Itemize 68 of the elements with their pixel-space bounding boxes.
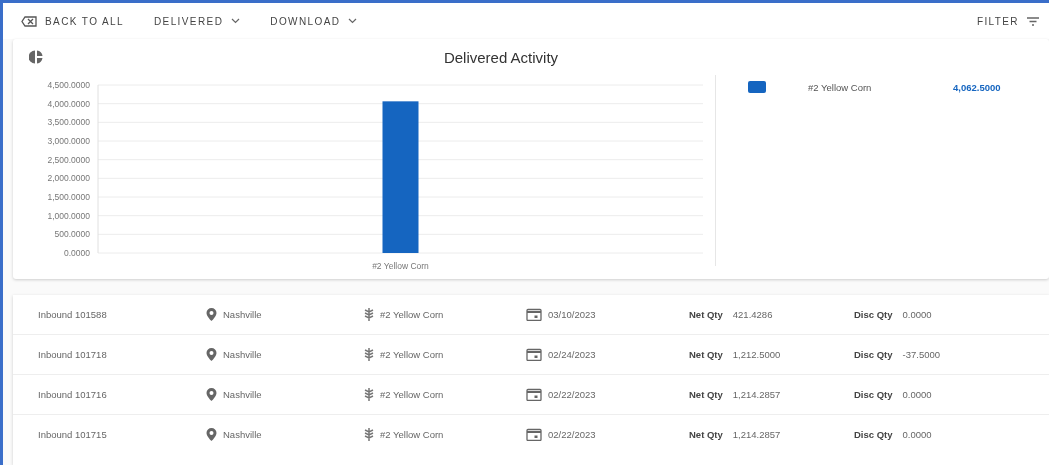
product-text: #2 Yellow Corn bbox=[380, 429, 444, 440]
wheat-icon bbox=[364, 388, 374, 401]
net-qty-value: 1,214.2857 bbox=[732, 389, 781, 400]
axis-tick-label: 4,500.0000 bbox=[47, 80, 90, 90]
inbound-id: Inbound 101718 bbox=[38, 349, 108, 360]
location-text: Nashville bbox=[223, 349, 262, 360]
axis-tick-label: 3,500.0000 bbox=[47, 117, 90, 128]
date-text: 03/10/2023 bbox=[548, 309, 596, 320]
location-text: Nashville bbox=[223, 389, 262, 400]
axis-tick-label: 3,000.0000 bbox=[47, 136, 90, 146]
calendar-icon bbox=[526, 348, 542, 361]
net-qty-label: Net Qty bbox=[689, 429, 723, 440]
net-qty-value: 1,212.5000 bbox=[732, 349, 781, 360]
product-text: #2 Yellow Corn bbox=[380, 349, 444, 360]
disc-qty-label: Disc Qty bbox=[854, 309, 893, 320]
date-text: 02/24/2023 bbox=[548, 349, 596, 360]
pie-chart-icon[interactable] bbox=[29, 50, 43, 64]
chart-title: Delivered Activity bbox=[443, 48, 559, 66]
date-text: 02/22/2023 bbox=[548, 389, 596, 400]
axis-tick-label: 2,500.0000 bbox=[47, 154, 90, 165]
filter-button[interactable]: FILTER bbox=[976, 13, 1039, 29]
dropdown-menu-button[interactable]: DELIVERED bbox=[153, 13, 241, 29]
inbound-id: Inbound 101715 bbox=[38, 429, 108, 440]
wheat-icon bbox=[364, 308, 374, 321]
wheat-icon bbox=[364, 348, 374, 361]
axis-tick-label: 2,000.0000 bbox=[47, 173, 90, 184]
legend-label: #2 Yellow Corn bbox=[808, 81, 873, 93]
caret-icon bbox=[348, 18, 358, 24]
calendar-icon bbox=[526, 308, 542, 321]
date-text: 02/22/2023 bbox=[548, 429, 596, 440]
backspace-icon bbox=[21, 15, 37, 27]
axis-category-label: #2 Yellow Corn bbox=[372, 261, 429, 270]
location-text: Nashville bbox=[223, 429, 262, 440]
net-qty-value: 1,214.2857 bbox=[732, 429, 781, 440]
legend-value: 4,062.5000 bbox=[953, 81, 1001, 93]
legend-swatch bbox=[748, 81, 766, 93]
product-text: #2 Yellow Corn bbox=[380, 309, 444, 320]
location-pin-icon bbox=[206, 428, 217, 441]
disc-qty-label: Disc Qty bbox=[854, 389, 893, 400]
net-qty-value: 421.4286 bbox=[732, 309, 773, 320]
axis-tick-label: 0.0000 bbox=[64, 248, 90, 258]
axis-tick-label: 1,000.0000 bbox=[47, 210, 90, 221]
disc-qty-label: Disc Qty bbox=[854, 429, 893, 440]
product-text: #2 Yellow Corn bbox=[380, 389, 444, 400]
wheat-icon bbox=[364, 428, 374, 441]
net-qty-label: Net Qty bbox=[689, 309, 723, 320]
inbound-id: Inbound 101716 bbox=[38, 389, 108, 400]
disc-qty-value: -37.5000 bbox=[902, 349, 941, 360]
axis-tick-label: 4,000.0000 bbox=[47, 98, 90, 109]
filter-icon bbox=[1027, 16, 1039, 26]
disc-qty-value: 0.0000 bbox=[902, 309, 932, 320]
location-pin-icon bbox=[206, 308, 217, 321]
calendar-icon bbox=[526, 388, 542, 401]
caret-icon bbox=[231, 18, 241, 24]
inbound-id: Inbound 101588 bbox=[38, 309, 108, 320]
location-pin-icon bbox=[206, 388, 217, 401]
dropdown-menu-button[interactable]: DOWNLOAD bbox=[270, 13, 358, 29]
net-qty-label: Net Qty bbox=[689, 389, 723, 400]
location-pin-icon bbox=[206, 348, 217, 361]
disc-qty-value: 0.0000 bbox=[902, 389, 932, 400]
axis-tick-label: 500.0000 bbox=[54, 229, 90, 240]
calendar-icon bbox=[526, 428, 542, 441]
axis-tick-label: 1,500.0000 bbox=[47, 192, 90, 202]
disc-qty-label: Disc Qty bbox=[854, 349, 893, 360]
back-button[interactable]: BACK TO ALL bbox=[21, 13, 124, 29]
disc-qty-value: 0.0000 bbox=[902, 429, 932, 440]
net-qty-label: Net Qty bbox=[689, 349, 723, 360]
location-text: Nashville bbox=[223, 309, 262, 320]
